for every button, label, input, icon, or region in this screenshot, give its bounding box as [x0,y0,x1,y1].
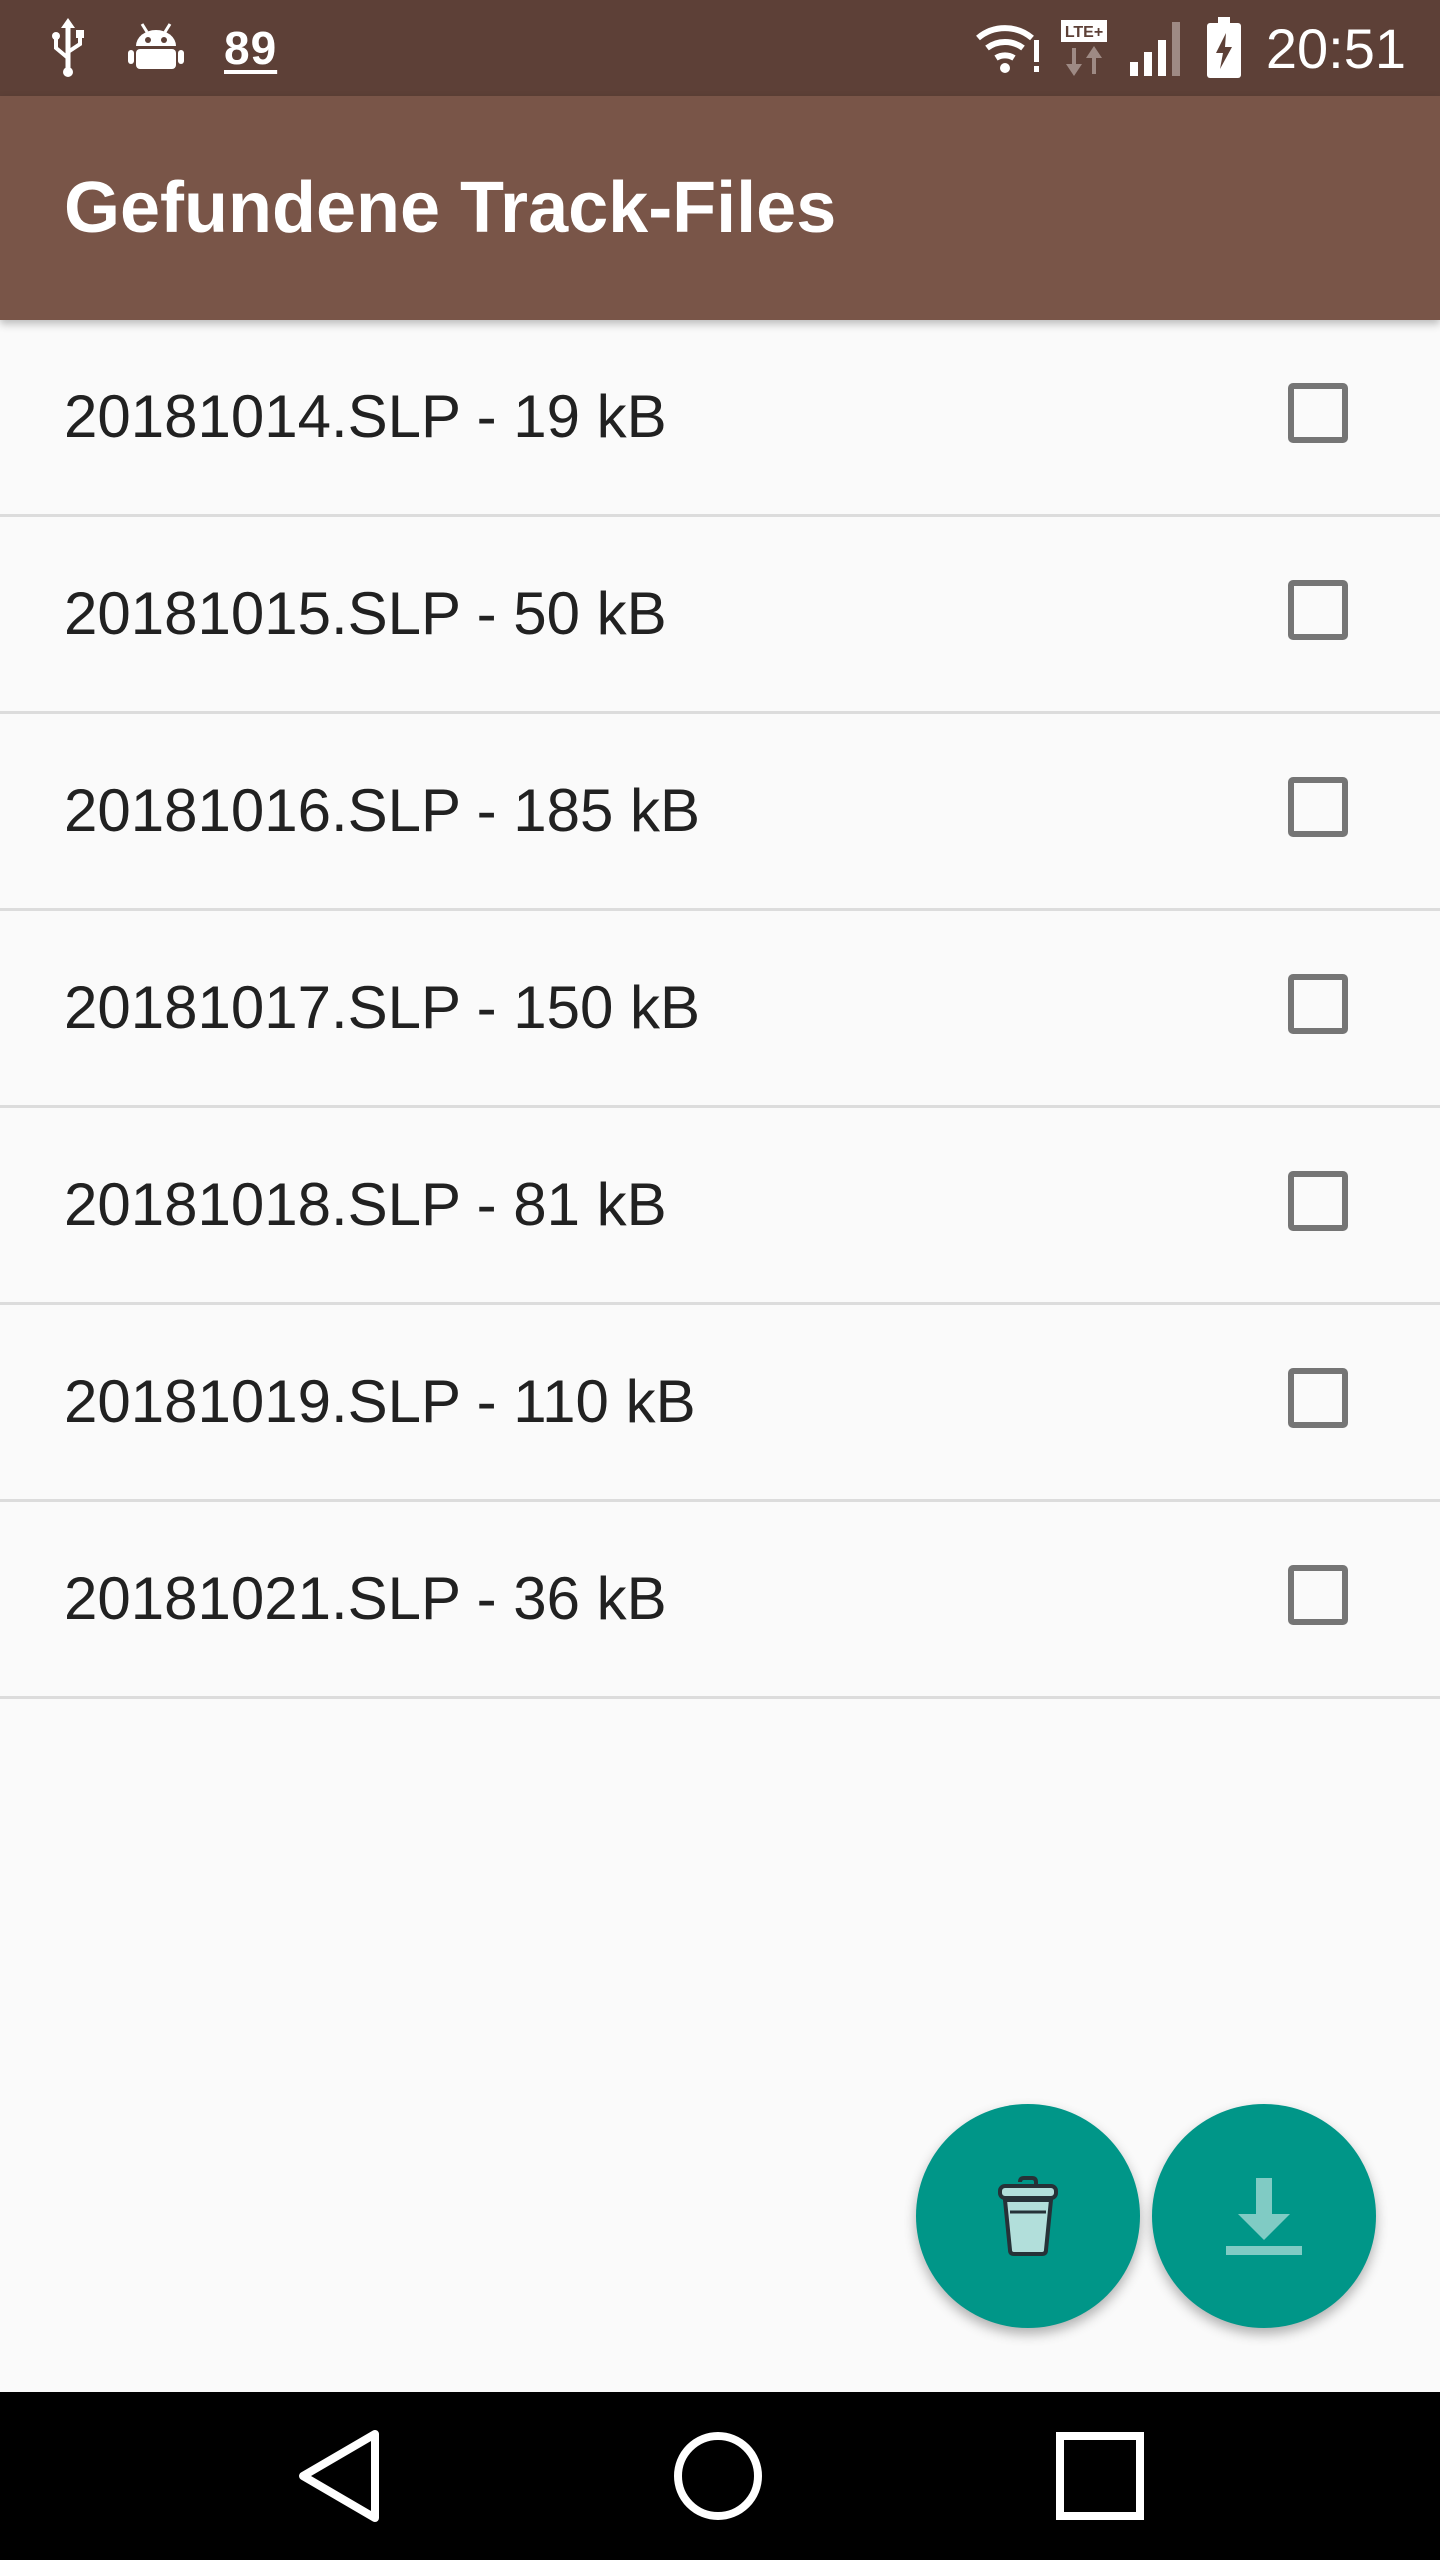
svg-text:LTE+: LTE+ [1065,24,1103,41]
screen: 89 LTE+ 20:51 Gefundene Track-Files 2018… [0,0,1440,2560]
home-icon [670,2428,766,2524]
list-item[interactable]: 20181016.SLP - 185 kB [0,714,1440,911]
file-checkbox[interactable] [1288,580,1348,640]
list-item[interactable]: 20181018.SLP - 81 kB [0,1108,1440,1305]
track-file-list: 20181014.SLP - 19 kB 20181015.SLP - 50 k… [0,320,1440,1699]
status-bar-right: LTE+ 20:51 [975,12,1406,84]
list-item[interactable]: 20181017.SLP - 150 kB [0,911,1440,1108]
usb-icon [48,18,88,78]
file-label: 20181014.SLP - 19 kB [64,383,667,450]
list-item[interactable]: 20181015.SLP - 50 kB [0,517,1440,714]
file-label: 20181018.SLP - 81 kB [64,1171,667,1238]
page-title: Gefundene Track-Files [64,168,837,248]
app-bar: Gefundene Track-Files [0,96,1440,320]
file-label: 20181016.SLP - 185 kB [64,777,701,844]
status-bar-left: 89 [48,12,277,84]
lte-data-icon: LTE+ [1060,18,1110,78]
status-bar: 89 LTE+ 20:51 [0,0,1440,96]
status-clock: 20:51 [1265,16,1406,80]
download-button[interactable] [1152,2104,1376,2328]
battery-charging-icon [1206,17,1242,79]
back-icon [295,2428,385,2524]
file-label: 20181021.SLP - 36 kB [64,1565,667,1632]
download-icon [1222,2174,1306,2258]
file-checkbox[interactable] [1288,1368,1348,1428]
file-checkbox[interactable] [1288,1565,1348,1625]
file-label: 20181015.SLP - 50 kB [64,580,667,647]
list-item[interactable]: 20181014.SLP - 19 kB [0,320,1440,517]
nav-recents-button[interactable] [1050,2426,1150,2526]
file-label: 20181017.SLP - 150 kB [64,974,701,1041]
recents-icon [1055,2431,1145,2521]
nav-home-button[interactable] [668,2426,768,2526]
list-item[interactable]: 20181019.SLP - 110 kB [0,1305,1440,1502]
file-checkbox[interactable] [1288,974,1348,1034]
file-checkbox[interactable] [1288,1171,1348,1231]
list-item[interactable]: 20181021.SLP - 36 kB [0,1502,1440,1699]
notification-count-badge: 89 [224,22,278,74]
delete-button[interactable] [916,2104,1140,2328]
file-checkbox[interactable] [1288,777,1348,837]
nav-back-button[interactable] [290,2426,390,2526]
system-nav-bar [0,2392,1440,2560]
file-label: 20181019.SLP - 110 kB [64,1368,696,1435]
trash-icon [996,2176,1060,2256]
file-checkbox[interactable] [1288,383,1348,443]
cell-signal-icon [1128,18,1188,78]
android-debug-icon [128,20,184,76]
wifi-icon [975,20,1042,76]
